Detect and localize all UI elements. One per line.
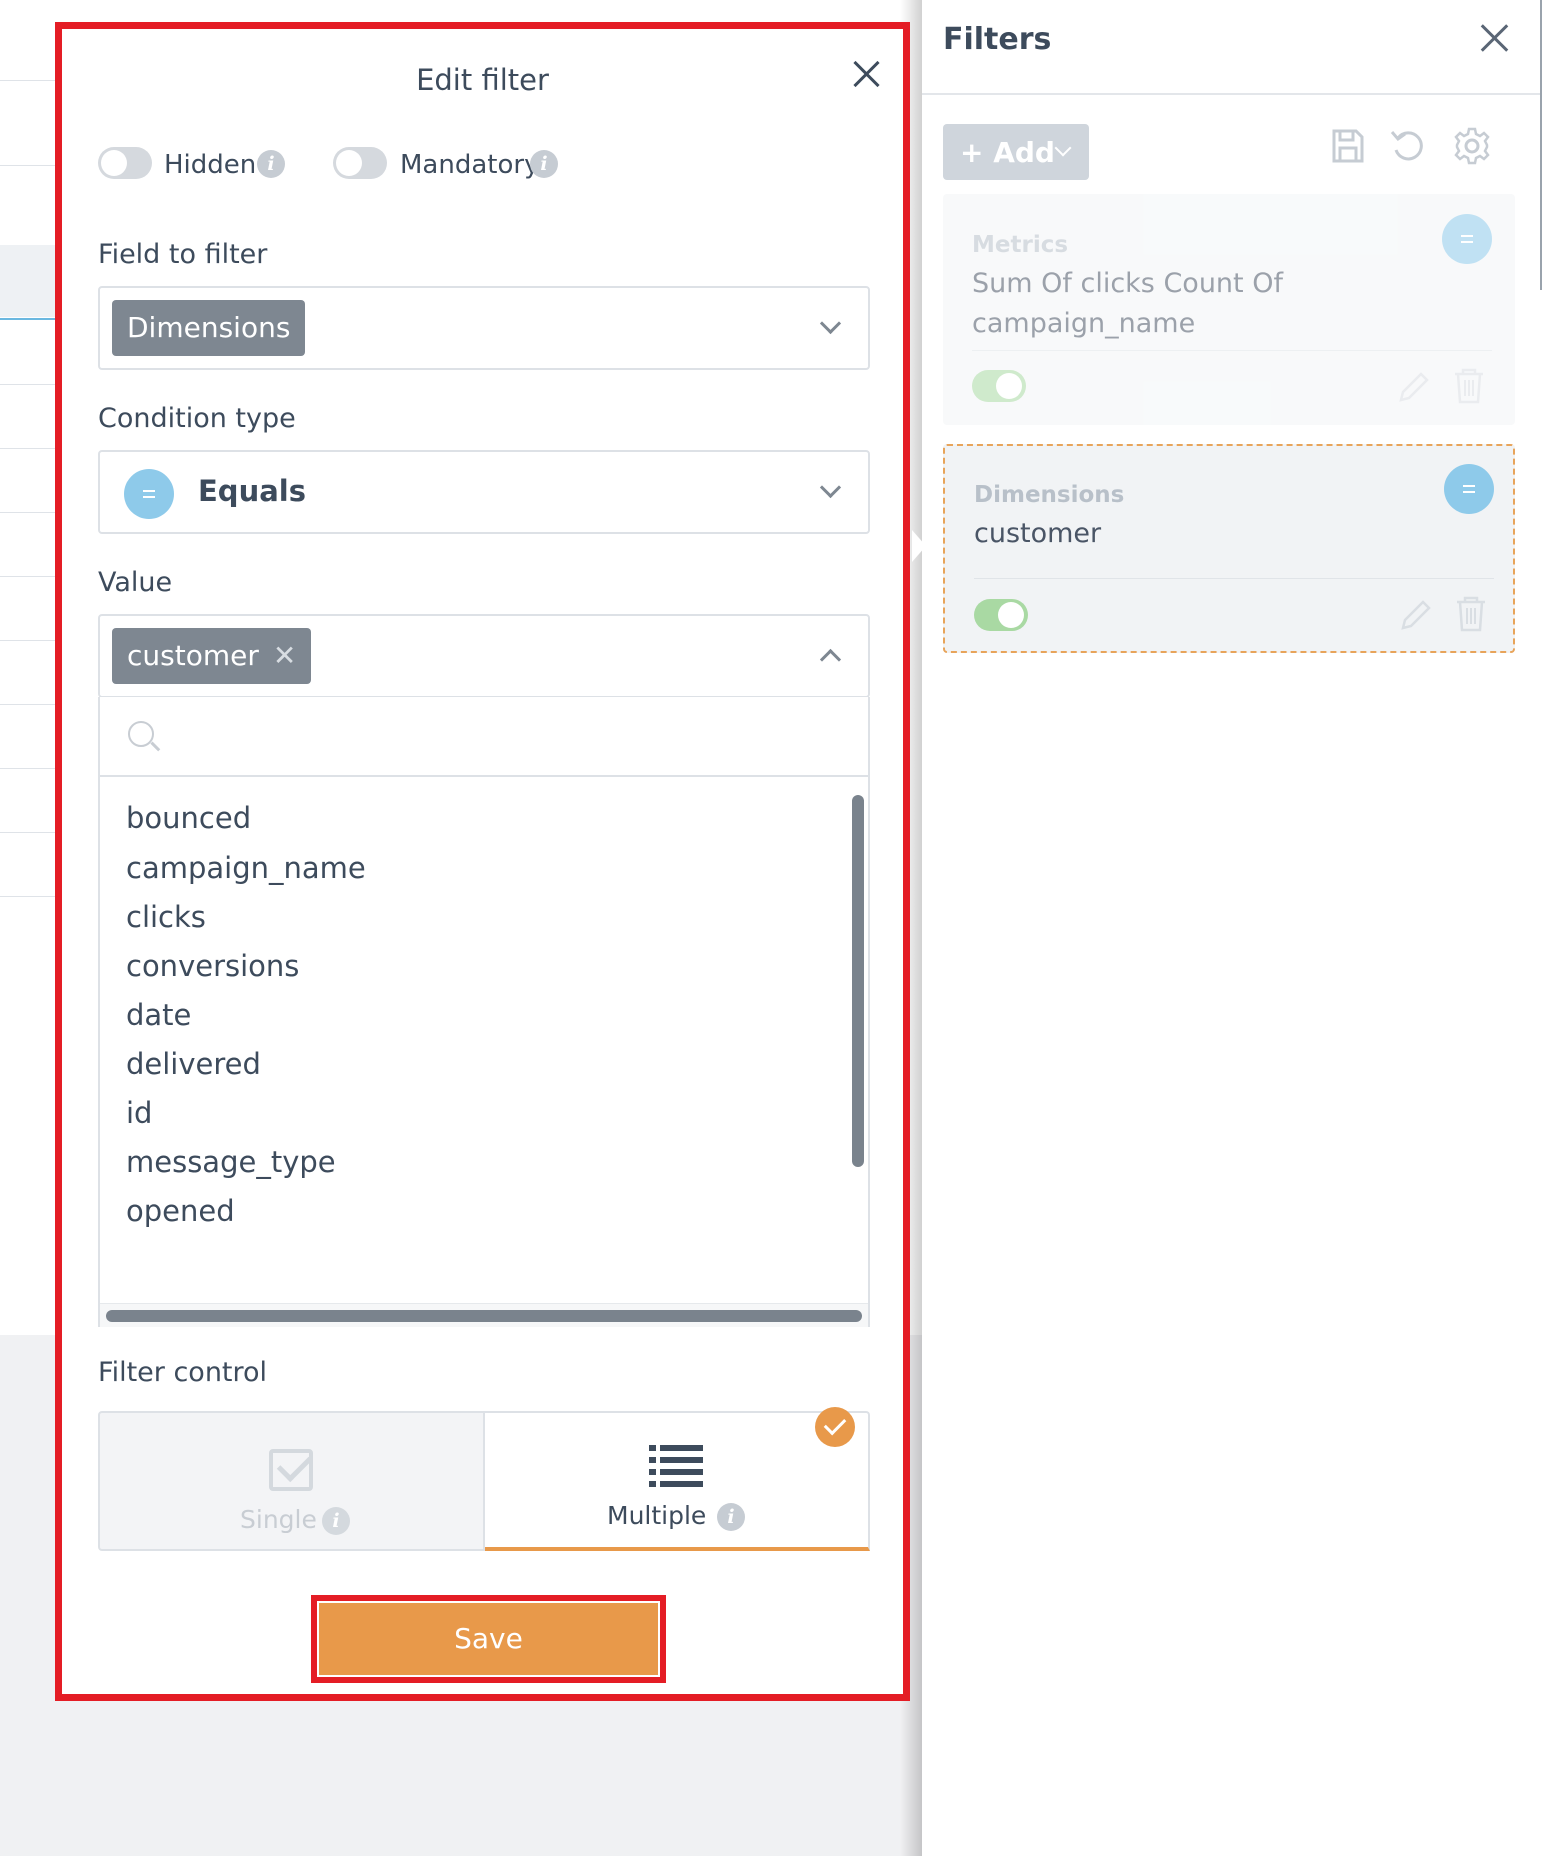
filters-header: Filters: [922, 0, 1542, 95]
equals-icon: [1442, 214, 1492, 264]
divider: [0, 640, 60, 641]
divider: [0, 512, 60, 513]
filter-control-label: Filter control: [98, 1357, 268, 1388]
dropdown-search: [100, 697, 868, 777]
filter-card-metrics[interactable]: Metrics Sum Of clicks Count Of campaign_…: [943, 194, 1515, 425]
trash-icon[interactable]: [1453, 594, 1489, 634]
condition-type-label: Condition type: [98, 403, 296, 434]
value-dropdown: bounced campaign_name clicks conversions…: [98, 697, 870, 1327]
list-item[interactable]: delivered: [126, 1047, 261, 1081]
add-label: + Add: [960, 136, 1055, 169]
condition-value: Equals: [198, 474, 306, 508]
gear-icon[interactable]: [1452, 126, 1492, 166]
close-icon[interactable]: [1476, 20, 1512, 56]
divider: [0, 318, 60, 320]
equals-icon: [124, 469, 174, 519]
hidden-label: Hidden: [164, 150, 257, 180]
dialog-title: Edit filter: [416, 63, 549, 97]
single-option[interactable]: Single i: [98, 1411, 485, 1551]
info-icon[interactable]: i: [717, 1503, 745, 1531]
save-highlight: Save: [311, 1595, 666, 1683]
value-chip: customer ✕: [112, 628, 312, 684]
divider: [0, 704, 60, 705]
multiple-option[interactable]: Multiple i: [485, 1407, 870, 1551]
list-item[interactable]: bounced: [126, 801, 251, 835]
divider: [0, 165, 60, 166]
undo-icon[interactable]: [1388, 126, 1428, 166]
equals-icon: [1444, 464, 1494, 514]
chevron-down-icon: [819, 476, 842, 499]
info-icon[interactable]: i: [322, 1507, 350, 1535]
divider: [0, 832, 60, 833]
list-item[interactable]: id: [126, 1096, 152, 1130]
chip-label: customer: [127, 639, 259, 672]
chevron-down-icon: [1054, 139, 1072, 157]
divider: [974, 578, 1494, 579]
card-category: Metrics: [972, 232, 1069, 258]
options-list: bounced campaign_name clicks conversions…: [100, 779, 868, 1303]
filter-card-dimensions[interactable]: Dimensions customer: [943, 444, 1515, 653]
horizontal-scrollbar[interactable]: [106, 1310, 862, 1322]
divider: [0, 576, 60, 577]
vertical-scrollbar[interactable]: [852, 795, 864, 1167]
divider: [972, 350, 1492, 351]
list-item[interactable]: conversions: [126, 949, 299, 983]
filter-enabled-toggle[interactable]: [974, 599, 1028, 631]
edit-filter-dialog: Edit filter Hidden i Mandatory i Field t…: [55, 22, 910, 1701]
save-button[interactable]: Save: [319, 1603, 658, 1675]
list-item[interactable]: clicks: [126, 900, 206, 934]
mandatory-toggle[interactable]: [333, 147, 387, 179]
chevron-down-icon: [819, 312, 842, 335]
pencil-icon[interactable]: [1395, 366, 1431, 406]
card-title-line: Sum Of clicks Count Of: [972, 268, 1283, 299]
add-filter-button[interactable]: + Add: [943, 124, 1089, 180]
table-header: [0, 245, 60, 317]
remove-chip-icon[interactable]: ✕: [273, 639, 296, 672]
multiple-label: Multiple: [607, 1501, 707, 1530]
card-title-line: campaign_name: [972, 308, 1196, 339]
filters-panel: Filters + Add Metrics Sum Of clicks Coun…: [922, 0, 1542, 1856]
divider: [0, 448, 60, 449]
divider: [0, 384, 60, 385]
field-to-filter-select[interactable]: Dimensions: [98, 286, 870, 370]
close-icon[interactable]: [850, 57, 884, 91]
trash-icon[interactable]: [1451, 366, 1487, 406]
list-item[interactable]: date: [126, 998, 191, 1032]
condition-type-select[interactable]: Equals: [98, 450, 870, 534]
checkbox-icon: [269, 1449, 313, 1491]
filter-control-options: Single i Multiple i: [98, 1407, 870, 1551]
field-to-filter-label: Field to filter: [98, 239, 268, 270]
card-title-line: customer: [974, 518, 1102, 549]
chevron-up-icon: [819, 648, 842, 671]
list-item[interactable]: opened: [126, 1194, 235, 1228]
divider: [0, 896, 60, 897]
hidden-toggle[interactable]: [98, 147, 152, 179]
filter-enabled-toggle[interactable]: [972, 370, 1026, 402]
search-icon: [128, 721, 154, 747]
list-item[interactable]: campaign_name: [126, 851, 366, 885]
single-label: Single: [240, 1505, 317, 1534]
card-category: Dimensions: [974, 482, 1125, 508]
divider: [0, 768, 60, 769]
pencil-icon[interactable]: [1397, 594, 1433, 634]
popover-arrow: [912, 530, 926, 562]
search-input[interactable]: [170, 713, 850, 761]
list-icon: [649, 1445, 703, 1489]
mandatory-label: Mandatory: [400, 150, 540, 180]
selected-check-icon: [815, 1407, 855, 1447]
filters-title: Filters: [943, 22, 1052, 57]
divider: [0, 80, 60, 81]
horizontal-scrollbar-track: [100, 1303, 868, 1327]
list-item[interactable]: message_type: [126, 1145, 336, 1179]
value-select[interactable]: customer ✕: [98, 614, 870, 698]
info-icon[interactable]: i: [530, 150, 558, 178]
value-label: Value: [98, 567, 173, 598]
save-icon[interactable]: [1328, 126, 1368, 166]
selected-chip: Dimensions: [112, 300, 306, 356]
info-icon[interactable]: i: [257, 150, 285, 178]
